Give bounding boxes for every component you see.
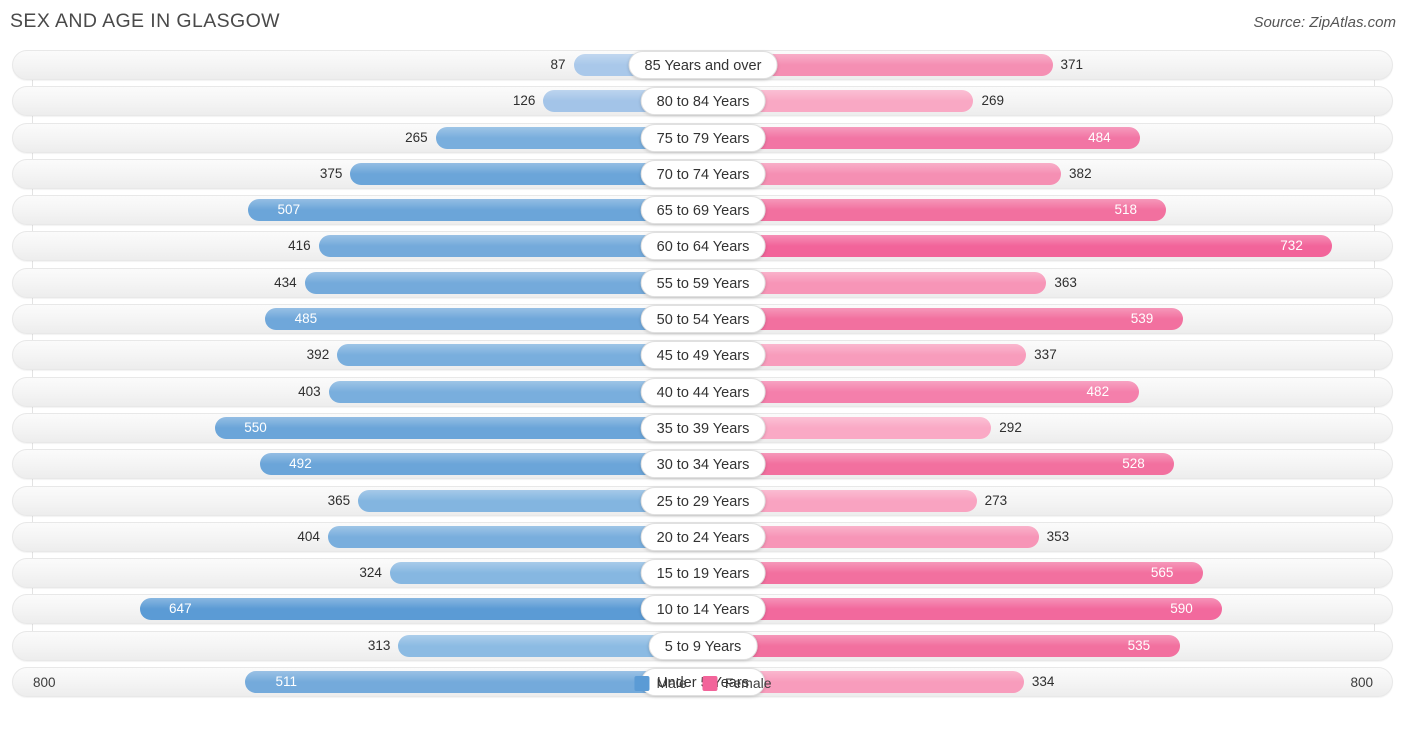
female-bar[interactable] [703,562,1203,585]
male-value-label: 507 [277,202,301,218]
age-group-row: 392 337 45 to 49 Years [0,340,1406,371]
female-value-label: 484 [1088,129,1111,145]
age-group-row: 492 528 30 to 34 Years [0,449,1406,480]
male-bar[interactable] [265,308,703,331]
female-value-label: 565 [1150,565,1174,581]
age-group-label: 40 to 44 Years [640,377,766,406]
male-value-label: 365 [327,492,351,508]
population-pyramid-chart: 87 371 85 Years and over 126 269 80 to 84 Yea… [0,50,1406,704]
age-group-label: 80 to 84 Years [640,87,766,116]
source-attribution: Source: ZipAtlas.com [1253,14,1396,31]
male-value-label: 550 [244,419,267,435]
female-bar[interactable] [703,308,1183,331]
age-group-label: 65 to 69 Years [640,196,766,225]
age-group-row: 375 382 70 to 74 Years [0,158,1406,189]
female-bar[interactable] [703,380,1139,403]
age-group-label: 55 to 59 Years [640,268,766,297]
female-value-label: 382 [1069,165,1092,181]
male-value-label: 485 [294,311,318,327]
age-group-row: 87 371 85 Years and over [0,50,1406,80]
female-value-label: 337 [1034,347,1057,363]
male-value-label: 392 [306,347,330,363]
age-group-row: 416 732 60 to 64 Years [0,231,1406,262]
male-value-label: 647 [169,601,192,617]
male-value-label: 403 [298,383,321,399]
chart-legend: Male Female [634,670,772,696]
female-bar[interactable] [703,634,1180,657]
female-value-label: 590 [1170,601,1193,617]
page-title: SEX AND AGE IN GLASGOW [10,10,280,32]
female-value-label: 363 [1054,274,1077,290]
age-group-label: 35 to 39 Years [640,413,766,442]
age-group-label: 30 to 34 Years [640,450,766,479]
age-group-label: 70 to 74 Years [640,159,766,188]
male-value-label: 313 [367,637,391,653]
age-group-row: 403 482 40 to 44 Years [0,376,1406,407]
age-group-row: 550 292 35 to 39 Years [0,412,1406,443]
female-value-label: 292 [999,419,1022,435]
male-value-label: 375 [319,165,343,181]
age-group-label: 50 to 54 Years [640,305,766,334]
male-bar[interactable] [248,199,703,222]
female-bar[interactable] [703,598,1223,621]
male-value-label: 265 [405,129,428,145]
female-value-label: 353 [1046,528,1070,544]
age-group-label: 75 to 79 Years [640,123,766,152]
male-value-label: 87 [550,57,566,72]
chart-footer: 800 Male Female 800 [0,670,1406,696]
legend-label-male: Male [656,675,687,691]
male-color-swatch [634,675,650,691]
male-value-label: 416 [288,238,311,254]
age-group-row: 126 269 80 to 84 Years [0,86,1406,117]
chart-rows: 87 371 85 Years and over 126 269 80 to 84 Yea… [0,50,1406,703]
age-group-row: 507 518 65 to 69 Years [0,195,1406,226]
age-group-label: 5 to 9 Years [648,631,758,660]
female-bar[interactable] [703,453,1175,476]
age-group-row: 313 535 5 to 9 Years [0,630,1406,661]
age-group-row: 404 353 20 to 24 Years [0,521,1406,552]
age-group-row: 324 565 15 to 19 Years [0,558,1406,589]
male-value-label: 434 [274,274,297,290]
age-group-label: 20 to 24 Years [640,522,766,551]
female-value-label: 269 [981,93,1004,109]
legend-item-male[interactable]: Male [634,675,687,691]
female-value-label: 518 [1114,202,1137,218]
age-group-row: 485 539 50 to 54 Years [0,304,1406,335]
male-value-label: 404 [297,528,320,544]
female-value-label: 535 [1127,637,1151,653]
age-group-row: 647 590 10 to 14 Years [0,594,1406,625]
age-group-row: 365 273 25 to 29 Years [0,485,1406,516]
male-value-label: 126 [512,93,536,109]
axis-label-left: 800 [33,675,56,690]
age-group-label: 45 to 49 Years [640,341,766,370]
male-bar[interactable] [139,598,703,621]
male-bar[interactable] [259,453,703,476]
age-group-label: 10 to 14 Years [640,595,766,624]
legend-item-female[interactable]: Female [702,675,772,691]
age-group-label: 60 to 64 Years [640,232,766,261]
legend-label-female: Female [724,675,772,691]
male-value-label: 492 [289,456,312,472]
age-group-label: 25 to 29 Years [640,486,766,515]
male-value-label: 324 [359,565,382,581]
female-value-label: 528 [1122,456,1145,472]
female-color-swatch [702,675,718,691]
female-bar[interactable] [703,126,1141,149]
axis-label-right: 800 [1350,675,1373,690]
age-group-label: 15 to 19 Years [640,559,766,588]
female-value-label: 732 [1280,238,1303,254]
age-group-row: 265 484 75 to 79 Years [0,122,1406,153]
female-value-label: 482 [1086,383,1110,399]
female-bar[interactable] [703,199,1167,222]
female-value-label: 371 [1060,57,1084,72]
female-bar[interactable] [703,235,1333,258]
age-group-label: 85 Years and over [628,51,778,79]
female-value-label: 539 [1130,311,1154,327]
male-bar[interactable] [214,416,703,439]
age-group-row: 434 363 55 to 59 Years [0,267,1406,298]
female-value-label: 273 [984,492,1008,508]
chart-page: SEX AND AGE IN GLASGOW Source: ZipAtlas.… [0,0,1406,740]
